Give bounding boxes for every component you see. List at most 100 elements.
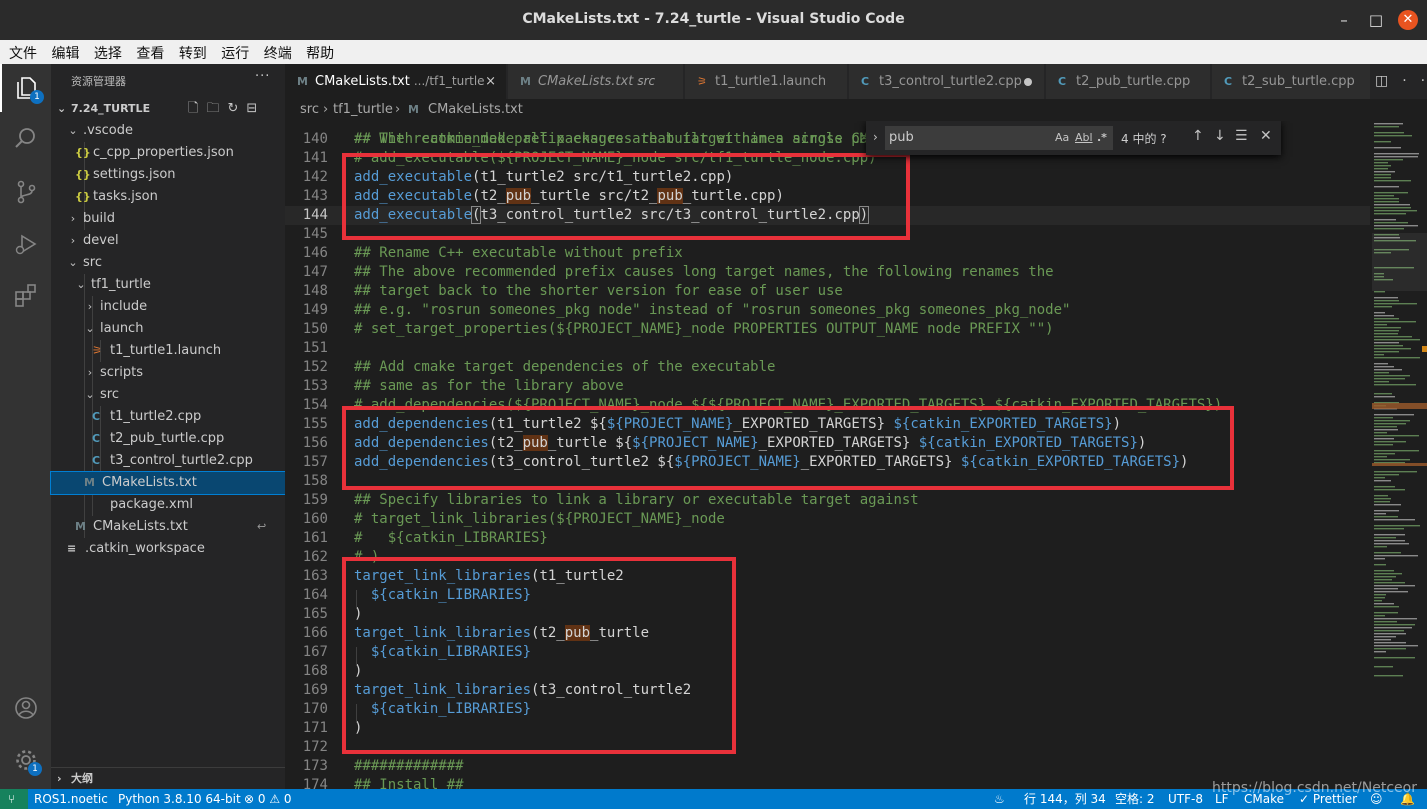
explorer-icon[interactable]: 1 — [0, 64, 51, 112]
breadcrumb-file[interactable]: CMakeLists.txt — [428, 99, 523, 121]
menu-run[interactable]: 运行 — [221, 40, 249, 63]
refresh-icon[interactable]: ↻ — [227, 101, 246, 116]
minimap[interactable] — [1372, 121, 1427, 789]
menu-help[interactable]: 帮助 — [306, 40, 334, 63]
python-interpreter[interactable]: Python 3.8.10 64-bit — [118, 789, 241, 809]
extensions-icon[interactable] — [0, 272, 51, 320]
search-icon[interactable] — [0, 114, 51, 162]
line-number: 167 — [302, 644, 328, 660]
indentation[interactable]: 空格: 2 — [1115, 789, 1155, 809]
menu-file[interactable]: 文件 — [9, 40, 37, 63]
tree-item[interactable]: › scripts — [51, 362, 285, 384]
more-editor-actions-icon[interactable]: ··· — [1402, 73, 1427, 89]
code-text: ## Rename C++ executable without prefix — [354, 245, 683, 261]
tree-item[interactable]: › build — [51, 208, 285, 230]
split-editor-icon[interactable]: ◫ — [1375, 73, 1402, 89]
line-number: 164 — [302, 587, 328, 603]
unsaved-dot-icon[interactable] — [1024, 78, 1032, 86]
highlight-box-dependencies — [342, 406, 1234, 490]
tree-item[interactable]: ⌄ src — [51, 252, 285, 274]
chevron-right-icon: › — [87, 300, 93, 313]
new-folder-icon[interactable]: 🗀 — [206, 101, 227, 116]
menu-go[interactable]: 转到 — [179, 40, 207, 63]
regex-icon[interactable]: .* — [1097, 131, 1107, 144]
minimize-icon[interactable]: – — [1334, 10, 1354, 30]
line-number: 159 — [302, 492, 328, 508]
tree-item-label: src — [83, 255, 102, 270]
line-number: 155 — [302, 416, 328, 432]
cpp-file-icon: C — [1058, 75, 1067, 88]
outline-section[interactable]: › 大纲 — [51, 767, 285, 789]
branch-icon: ⑂ — [8, 792, 16, 806]
tree-item[interactable]: ⌄ launch — [51, 318, 285, 340]
chevron-right-icon: › — [395, 102, 401, 117]
toggle-replace-icon[interactable]: › — [873, 130, 878, 144]
ros-version[interactable]: ROS1.noetic — [34, 789, 108, 809]
collapse-all-icon[interactable]: ⊟ — [246, 101, 265, 116]
close-tab-icon[interactable]: × — [485, 64, 496, 99]
tree-item[interactable]: M CMakeLists.txt — [50, 471, 286, 495]
cmake-file-icon: M — [520, 75, 531, 88]
line-number: 168 — [302, 663, 328, 679]
new-file-icon[interactable]: 🗋 — [188, 101, 206, 116]
maximize-icon[interactable]: □ — [1366, 10, 1386, 30]
close-find-icon[interactable]: ✕ — [1260, 128, 1272, 144]
menu-terminal[interactable]: 终端 — [264, 40, 292, 63]
close-window-icon[interactable]: ✕ — [1398, 10, 1418, 30]
tree-item[interactable]: Ct1_turtle2.cpp — [51, 406, 285, 428]
menu-view[interactable]: 查看 — [136, 40, 164, 63]
tree-item[interactable]: Ct2_pub_turtle.cpp — [51, 428, 285, 450]
menu-selection[interactable]: 选择 — [94, 40, 122, 63]
code-text: # set_target_properties(${PROJECT_NAME}_… — [354, 321, 1054, 337]
tree-item[interactable]: ≡ .catkin_workspace — [51, 538, 285, 560]
tree-item[interactable]: ⌄ src — [51, 384, 285, 406]
tree-item-label: CMakeLists.txt — [102, 475, 197, 490]
tree-item[interactable]: ⚞ t1_turtle1.launch — [51, 340, 285, 362]
run-debug-icon[interactable] — [0, 220, 51, 268]
menu-edit[interactable]: 编辑 — [51, 40, 79, 63]
line-number: 158 — [302, 473, 328, 489]
breadcrumb-tf1-turtle[interactable]: tf1_turtle — [333, 99, 393, 121]
previous-match-icon[interactable]: ↑ — [1192, 128, 1204, 144]
source-control-icon[interactable] — [0, 168, 51, 216]
tab-cmakelists-tf1[interactable]: M CMakeLists.txt .../tf1_turtle × — [285, 64, 507, 99]
editor-tab-bar: M CMakeLists.txt .../tf1_turtle × M CMake… — [285, 64, 1427, 99]
more-actions-icon[interactable]: ··· — [255, 69, 270, 84]
tab-t2-pub-turtle[interactable]: C t2_pub_turtle.cpp — [1046, 64, 1211, 99]
code-editor[interactable]: ## With catkin_make all packages are bui… — [285, 121, 1427, 789]
tree-item[interactable]: {} settings.json — [51, 164, 285, 186]
find-in-selection-icon[interactable]: ☰ — [1235, 128, 1248, 144]
tree-item-label: t1_turtle1.launch — [110, 343, 222, 358]
flame-icon[interactable]: ♨ — [994, 789, 1005, 809]
tab-cmakelists-src[interactable]: M CMakeLists.txt src — [508, 64, 684, 99]
tree-item[interactable]: {} c_cpp_properties.json — [51, 142, 285, 164]
tree-item[interactable]: › devel — [51, 230, 285, 252]
line-number: 140 — [302, 131, 328, 147]
match-case-icon[interactable]: Aa — [1055, 131, 1069, 144]
tree-item[interactable]: package.xml — [51, 494, 285, 516]
next-match-icon[interactable]: ↓ — [1214, 128, 1226, 144]
tree-item[interactable]: Ct3_control_turtle2.cpp — [51, 450, 285, 472]
code-line: 149 ## e.g. "rosrun someones_pkg node" in… — [285, 301, 1370, 320]
tab-t2-sub-turtle[interactable]: C t2_sub_turtle.cpp — [1212, 64, 1371, 99]
line-number: 142 — [302, 169, 328, 185]
tab-t3-control-turtle2[interactable]: C t3_control_turtle2.cpp — [849, 64, 1045, 99]
tree-item[interactable]: ⌄ tf1_turtle — [51, 274, 285, 296]
tab-t1-turtle1-launch[interactable]: ⚞ t1_turtle1.launch — [685, 64, 848, 99]
tree-item-label: settings.json — [93, 167, 176, 182]
encoding[interactable]: UTF-8 — [1168, 789, 1203, 809]
whole-word-icon[interactable]: Abl — [1075, 131, 1093, 144]
problems-count[interactable]: ⊗ 0 ⚠ 0 — [244, 789, 292, 809]
tree-item[interactable]: M CMakeLists.txt ↩ — [51, 516, 285, 538]
tree-item[interactable]: {} tasks.json — [51, 186, 285, 208]
manage-gear-icon[interactable]: 1 — [0, 736, 51, 784]
project-folder-row[interactable]: ⌄ 7.24_TURTLE 🗋🗀↻⊟ — [51, 98, 285, 120]
tree-item[interactable]: ⌄ .vscode — [51, 120, 285, 142]
breadcrumb-src[interactable]: src — [300, 99, 319, 121]
line-number: 154 — [302, 397, 328, 413]
account-icon[interactable] — [0, 684, 51, 732]
tree-item-label: package.xml — [110, 497, 193, 512]
tree-item[interactable]: › include — [51, 296, 285, 318]
cursor-position[interactable]: 行 144，列 34 — [1024, 789, 1106, 809]
chevron-down-icon: ⌄ — [85, 322, 95, 335]
